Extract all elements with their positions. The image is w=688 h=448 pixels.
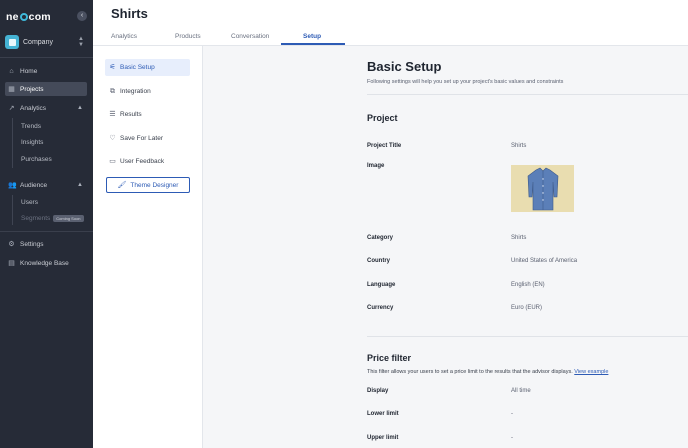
sidebar-item-label: Home [20, 67, 38, 75]
company-avatar [5, 35, 19, 49]
sidebar-subitem-insights[interactable]: Insights [21, 139, 43, 146]
theme-designer-label: Theme Designer [130, 181, 179, 189]
theme-designer-button[interactable]: 🖌 Theme Designer [106, 177, 190, 193]
setup-nav-label: User Feedback [120, 158, 165, 165]
coming-soon-badge: Coming Soon [53, 215, 84, 222]
shirt-image [527, 167, 558, 210]
sidebar-subitem-purchases[interactable]: Purchases [21, 156, 52, 163]
price-filter-description: This filter allows your users to set a p… [367, 369, 608, 375]
list-icon: ☰ [109, 111, 116, 118]
setup-nav-user-feedback[interactable]: ▭ User Feedback [105, 153, 190, 170]
sidebar-item-label: Analytics [20, 104, 47, 112]
segments-label: Segments [21, 215, 51, 223]
chart-icon: ↗ [8, 104, 15, 112]
project-image[interactable] [511, 165, 574, 212]
sidebar-item-label: Audience [20, 181, 48, 189]
sidebar-item-knowledge-base[interactable]: ▤ Knowledge Base [5, 256, 87, 270]
lower-limit-value[interactable]: - [511, 411, 513, 417]
section-divider [367, 94, 688, 95]
sidebar-item-projects[interactable]: ▦ Projects [5, 82, 87, 96]
tab-products[interactable]: Products [175, 33, 201, 40]
page-title: Shirts [111, 6, 148, 21]
active-tab-indicator [281, 43, 345, 45]
country-value[interactable]: United States of America [511, 258, 577, 264]
sidebar-subitem-users[interactable]: Users [21, 199, 38, 206]
sidebar-item-label: Settings [20, 240, 44, 248]
company-switcher[interactable]: Company ▲ ▼ [5, 34, 88, 50]
neocom-logo[interactable]: ne com [6, 11, 51, 23]
setup-nav-label: Basic Setup [120, 64, 155, 71]
field-label: Category [367, 235, 394, 241]
project-heading: Project [367, 113, 398, 123]
logo-circle-icon [19, 13, 28, 21]
upper-limit-value[interactable]: - [511, 435, 513, 441]
brush-icon: 🖌 [117, 182, 127, 189]
users-icon: 👥 [8, 181, 17, 189]
field-label: Language [367, 282, 396, 288]
tab-conversation[interactable]: Conversation [231, 33, 269, 40]
sliders-icon: ⚟ [109, 64, 116, 71]
gear-icon: ⚙ [8, 240, 15, 248]
field-label: Display [367, 388, 389, 394]
sidebar-divider [0, 231, 93, 232]
project-title-value[interactable]: Shirts [511, 143, 526, 149]
chevron-up-icon: ▲ [77, 105, 83, 111]
section-description: Following settings will help you set up … [367, 79, 564, 85]
field-label: Country [367, 258, 390, 264]
sidebar-item-settings[interactable]: ⚙ Settings [5, 237, 87, 251]
code-icon: ⧉ [110, 88, 115, 95]
section-divider [367, 336, 688, 337]
language-value[interactable]: English (EN) [511, 282, 545, 288]
chevron-updown-icon: ▲ ▼ [78, 36, 84, 48]
setup-nav: ⚟ Basic Setup ⧉ Integration ☰ Results ♡ … [93, 46, 203, 448]
setup-nav-integration[interactable]: ⧉ Integration [105, 83, 190, 100]
tab-analytics[interactable]: Analytics [111, 33, 137, 40]
tab-setup[interactable]: Setup [303, 33, 321, 40]
submenu-line [12, 195, 13, 225]
sidebar: ne com ‹ Company ▲ ▼ ⌂ Home ▦ Projects ↗ A… [0, 0, 93, 448]
page-header: Shirts Analytics Products Conversation S… [93, 0, 688, 46]
main-content: Basic Setup Following settings will help… [203, 46, 688, 448]
price-filter-description-text: This filter allows your users to set a p… [367, 369, 573, 375]
chevron-left-icon[interactable]: ‹ [77, 11, 87, 21]
setup-nav-results[interactable]: ☰ Results [105, 106, 190, 123]
logo-text-suffix: com [28, 11, 51, 23]
currency-value[interactable]: Euro (EUR) [511, 305, 542, 311]
setup-nav-save-for-later[interactable]: ♡ Save For Later [105, 130, 190, 147]
sidebar-subitem-segments: Segments Coming Soon [21, 215, 84, 222]
field-label: Upper limit [367, 435, 399, 441]
sidebar-subitem-trends[interactable]: Trends [21, 123, 41, 130]
heart-icon: ♡ [109, 135, 116, 142]
submenu-line [12, 118, 13, 168]
chevron-up-icon: ▲ [77, 182, 83, 188]
sidebar-item-home[interactable]: ⌂ Home [5, 64, 87, 78]
message-icon: ▭ [109, 158, 116, 165]
sidebar-item-label: Knowledge Base [20, 259, 69, 267]
view-example-link[interactable]: View example [574, 369, 608, 375]
home-icon: ⌂ [9, 67, 14, 75]
setup-nav-basic-setup[interactable]: ⚟ Basic Setup [105, 59, 190, 76]
field-label: Image [367, 163, 385, 169]
grid-icon: ▦ [8, 85, 15, 93]
setup-nav-label: Save For Later [120, 135, 163, 142]
setup-nav-label: Results [120, 111, 142, 118]
sidebar-item-audience[interactable]: 👥 Audience ▲ [5, 178, 87, 192]
field-label: Currency [367, 305, 394, 311]
price-filter-heading: Price filter [367, 353, 412, 363]
setup-nav-label: Integration [120, 88, 151, 95]
company-name: Company [23, 38, 53, 46]
sidebar-item-analytics[interactable]: ↗ Analytics ▲ [5, 101, 87, 115]
field-label: Project Title [367, 143, 402, 149]
sidebar-divider [0, 57, 93, 58]
category-value[interactable]: Shirts [511, 235, 526, 241]
display-value[interactable]: All time [511, 388, 531, 394]
book-icon: ▤ [8, 259, 15, 267]
section-title: Basic Setup [367, 59, 442, 74]
sidebar-item-label: Projects [20, 85, 44, 93]
logo-text-prefix: ne [6, 11, 19, 23]
field-label: Lower limit [367, 411, 399, 417]
